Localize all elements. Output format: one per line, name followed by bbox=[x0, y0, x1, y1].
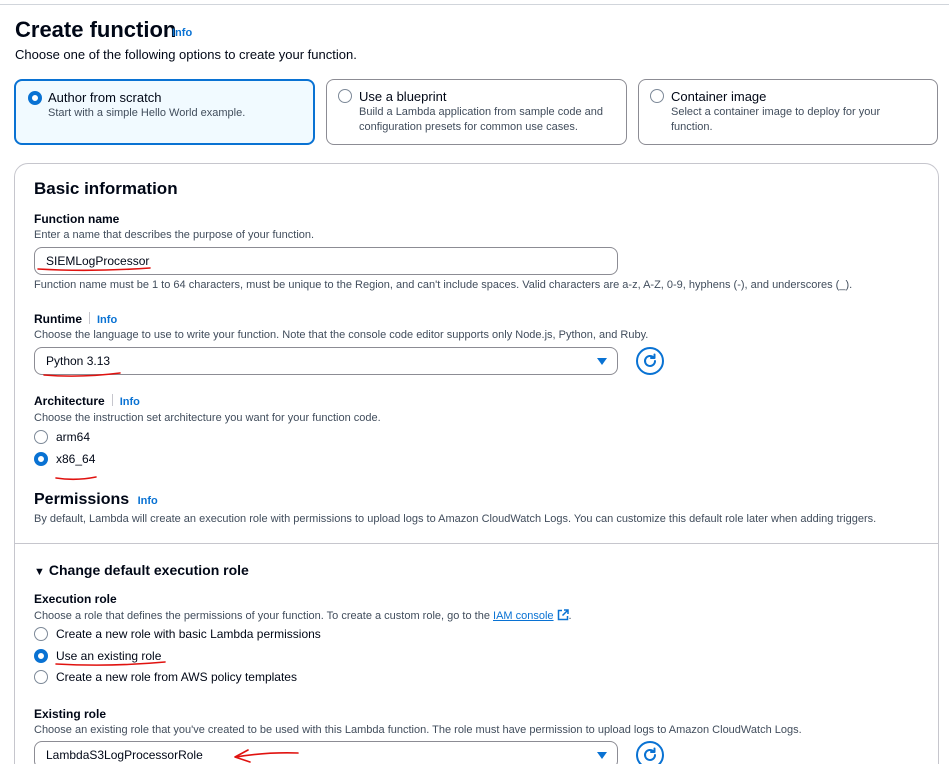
radio-use-existing-role[interactable] bbox=[34, 649, 48, 663]
section-divider bbox=[14, 543, 939, 544]
option-use-blueprint[interactable]: Use a blueprint Build a Lambda applicati… bbox=[326, 79, 627, 145]
execution-role-description: Choose a role that defines the permissio… bbox=[34, 609, 572, 622]
title-info-link[interactable]: Info bbox=[172, 27, 192, 39]
permissions-info-link[interactable]: Info bbox=[138, 495, 158, 507]
architecture-label: Architecture Info bbox=[34, 394, 140, 408]
permissions-title: Permissions Info bbox=[34, 491, 158, 508]
iam-console-link[interactable]: IAM console bbox=[493, 610, 554, 622]
radio-arm64[interactable] bbox=[34, 430, 48, 444]
option-description: Start with a simple Hello World example. bbox=[48, 107, 246, 119]
refresh-icon bbox=[644, 353, 656, 367]
radio-container-image[interactable] bbox=[650, 89, 664, 103]
architecture-description: Choose the instruction set architecture … bbox=[34, 412, 381, 424]
option-container-image[interactable]: Container image Select a container image… bbox=[638, 79, 938, 145]
runtime-value: Python 3.13 bbox=[46, 354, 111, 368]
caret-down-icon bbox=[597, 752, 607, 759]
function-name-description: Enter a name that describes the purpose … bbox=[34, 229, 315, 241]
top-border bbox=[0, 4, 949, 5]
architecture-option-arm64[interactable]: arm64 bbox=[34, 430, 90, 444]
existing-role-select[interactable]: LambdaS3LogProcessorRole bbox=[34, 741, 618, 764]
function-name-label: Function name bbox=[34, 212, 120, 226]
existing-role-description: Choose an existing role that you've crea… bbox=[34, 724, 802, 736]
runtime-description: Choose the language to use to write your… bbox=[34, 329, 649, 341]
role-option-policy-templates[interactable]: Create a new role from AWS policy templa… bbox=[34, 670, 297, 684]
runtime-label: Runtime Info bbox=[34, 312, 118, 326]
page-subtitle: Choose one of the following options to c… bbox=[15, 47, 357, 62]
change-execution-role-expander[interactable]: ▼ Change default execution role bbox=[34, 562, 249, 578]
permissions-description: By default, Lambda will create an execut… bbox=[34, 513, 877, 525]
radio-author-from-scratch[interactable] bbox=[28, 91, 42, 105]
role-option-use-existing[interactable]: Use an existing role bbox=[34, 649, 161, 663]
option-description: Select a container image to deploy for y… bbox=[671, 106, 881, 133]
option-title: Use a blueprint bbox=[359, 89, 447, 104]
page-title: Create function bbox=[15, 17, 177, 42]
runtime-select[interactable]: Python 3.13 bbox=[34, 347, 618, 375]
existing-role-value: LambdaS3LogProcessorRole bbox=[46, 748, 203, 762]
caret-down-icon bbox=[597, 358, 607, 365]
radio-policy-templates-role[interactable] bbox=[34, 670, 48, 684]
radio-x86-64[interactable] bbox=[34, 452, 48, 466]
option-description: Build a Lambda application from sample c… bbox=[359, 106, 603, 133]
radio-create-basic-role[interactable] bbox=[34, 627, 48, 641]
existing-role-label: Existing role bbox=[34, 707, 107, 721]
execution-role-label: Execution role bbox=[34, 592, 117, 606]
architecture-option-x86-64[interactable]: x86_64 bbox=[34, 452, 95, 466]
option-title: Container image bbox=[671, 89, 767, 104]
refresh-icon bbox=[644, 747, 656, 761]
architecture-info-link[interactable]: Info bbox=[120, 396, 140, 408]
runtime-info-link[interactable]: Info bbox=[97, 314, 117, 326]
basic-information-title: Basic information bbox=[34, 179, 178, 198]
expand-triangle-icon: ▼ bbox=[34, 566, 45, 578]
option-title: Author from scratch bbox=[48, 90, 162, 105]
function-name-constraint: Function name must be 1 to 64 characters… bbox=[34, 279, 853, 291]
role-option-create-basic[interactable]: Create a new role with basic Lambda perm… bbox=[34, 627, 321, 641]
refresh-runtime-button[interactable] bbox=[636, 347, 664, 375]
refresh-roles-button[interactable] bbox=[636, 741, 664, 764]
function-name-input[interactable]: SIEMLogProcessor bbox=[34, 247, 618, 275]
option-author-from-scratch[interactable]: Author from scratch Start with a simple … bbox=[14, 79, 315, 145]
external-link-icon bbox=[557, 609, 569, 621]
radio-use-blueprint[interactable] bbox=[338, 89, 352, 103]
